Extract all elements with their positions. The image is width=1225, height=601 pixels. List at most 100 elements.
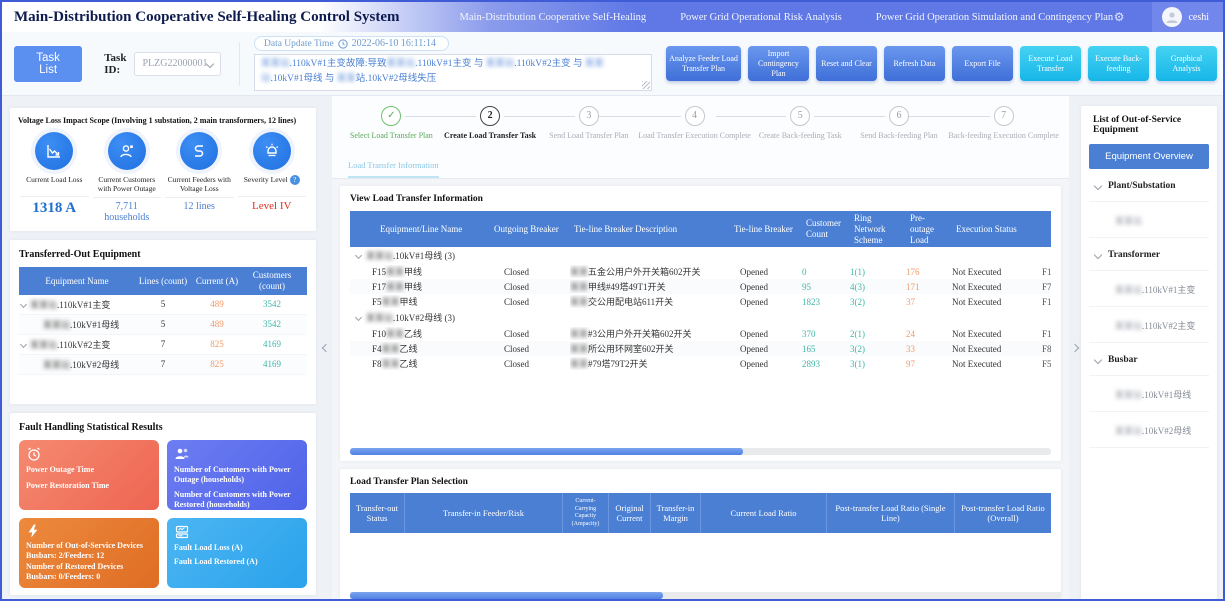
username: ceshi (1188, 12, 1209, 23)
cell-load: 24 (906, 329, 952, 339)
task-list-button[interactable]: Task List (14, 46, 82, 82)
cell-line-name: F5某某甲线 (350, 295, 490, 308)
refresh-data-button[interactable]: Refresh Data (884, 46, 945, 81)
reset-and-clear-button[interactable]: Reset and Clear (816, 46, 877, 81)
app-title: Main-Distribution Cooperative Self-Heali… (2, 9, 400, 26)
feeder-icon (180, 132, 218, 170)
col-equipment-name: Equipment Name (19, 274, 135, 288)
execute-back-feeding-button[interactable]: Execute Back-feeding (1088, 46, 1149, 81)
transferred-out-table: Equipment Name Lines (count) Current (A)… (19, 267, 307, 375)
group-row-busbar1[interactable]: 某某站 .10kV#1母线 (3) (350, 247, 1051, 264)
cell-extra: F19马鞍 (1042, 327, 1051, 340)
table-row[interactable]: F15某某甲线 Closed 某某五金公用户外开关箱602开关 Opened 0… (350, 264, 1051, 279)
table-row[interactable]: F8某某乙线 Closed 某某#79塔79T2开关 Opened 2893 3… (350, 356, 1051, 371)
table-row[interactable]: F17某某甲线 Closed 某某甲线#49塔49T1开关 Opened 95 … (350, 279, 1051, 294)
redacted-station: 某某站 (43, 320, 70, 330)
redacted-station: 某某站 (387, 59, 416, 69)
help-icon[interactable]: ? (290, 175, 300, 185)
meter-icon (174, 524, 190, 540)
table-row[interactable]: F5某某甲线 Closed 某某交公用配电站611开关 Opened 1823 … (350, 294, 1051, 309)
cell-status: Not Executed (952, 359, 1042, 369)
item-name: .10kV#2母线 (1142, 426, 1191, 436)
fault-stats-grid: Power Outage Time Power Restoration Time… (19, 440, 307, 588)
table-row[interactable]: 某某站.10kV#1母线 5 489 3542 (19, 315, 307, 335)
horizontal-scrollbar[interactable] (350, 592, 1061, 599)
title-bar: Main-Distribution Cooperative Self-Heali… (2, 2, 1223, 32)
equipment-name: .10kV#1母线 (70, 320, 119, 330)
nav-risk-analysis[interactable]: Power Grid Operational Risk Analysis (680, 12, 842, 23)
tree-group-substation[interactable]: Plant/Substation (1089, 169, 1209, 202)
tree-item-transformer-1[interactable]: 某某站.110kV#1主变 (1089, 271, 1209, 307)
step-label: Load Transfer Execution Complete (638, 131, 751, 140)
export-file-button[interactable]: Export File (952, 46, 1013, 81)
lightning-icon (26, 524, 40, 538)
table-row[interactable]: 某某站.110kV#2主变 7 825 4169 (19, 335, 307, 355)
expand-icon[interactable] (20, 301, 27, 308)
step-backfeeding-complete[interactable]: 7 Back-feeding Execution Complete (948, 106, 1059, 140)
redacted-station: 某某站 (1115, 285, 1142, 295)
import-contingency-plan-button[interactable]: Import Contingency Plan (748, 46, 809, 81)
stat-value: 1318 A (20, 200, 89, 217)
fault-text: .110kV#1主变故障:导致 (290, 59, 387, 69)
nav-simulation-contingency[interactable]: Power Grid Operation Simulation and Cont… (876, 12, 1113, 23)
plan-table-title: Load Transfer Plan Selection (350, 477, 1051, 487)
step-send-plan[interactable]: 3 Send Load Transfer Plan (539, 106, 638, 140)
step-send-backfeeding[interactable]: 6 Send Back-feeding Plan (850, 106, 949, 140)
col-lines-count: Lines (count) (135, 274, 191, 288)
tab-load-transfer-information[interactable]: Load Transfer Information (348, 160, 439, 178)
cell-line-name: F4某某乙线 (350, 342, 490, 355)
scrollbar-thumb[interactable] (350, 448, 743, 455)
cell-customers: 165 (802, 344, 850, 354)
tree-item-transformer-2[interactable]: 某某站.110kV#2主变 (1089, 307, 1209, 343)
tree-item-busbar-1[interactable]: 某某站.10kV#1母线 (1089, 376, 1209, 412)
chevron-right-icon (1071, 343, 1079, 351)
step-select-plan[interactable]: Select Load Transfer Plan (342, 106, 441, 140)
tree-group-transformer[interactable]: Transformer (1089, 238, 1209, 271)
cell-tie: Opened (730, 359, 802, 369)
col-customers-count: Customers (count) (243, 268, 301, 293)
tree-group-busbar[interactable]: Busbar (1089, 343, 1209, 376)
execute-load-transfer-button[interactable]: Execute Load Transfer (1020, 46, 1081, 81)
analyze-feeder-plan-button[interactable]: Analyze Feeder Load Transfer Plan (666, 46, 741, 81)
expand-icon[interactable] (20, 341, 27, 348)
step-number: 6 (889, 106, 909, 126)
col-customer-count: Customer Count (802, 216, 850, 242)
task-id-select[interactable]: PLZG22000001 (134, 52, 221, 76)
stat-line: Power Restoration Time (26, 481, 152, 491)
resize-handle-icon[interactable] (642, 81, 650, 89)
step-execution-complete[interactable]: 4 Load Transfer Execution Complete (638, 106, 751, 140)
tree-item-busbar-2[interactable]: 某某站.10kV#2母线 (1089, 412, 1209, 448)
graphical-analysis-button[interactable]: Graphical Analysis (1156, 46, 1217, 81)
step-label: Send Load Transfer Plan (539, 131, 638, 140)
fault-description-input[interactable]: 某某站.110kV#1主变故障:导致某某站.110kV#1主变 与 某某站.11… (254, 54, 652, 91)
step-create-backfeeding[interactable]: 5 Create Back-feeding Task (751, 106, 850, 140)
cell-load: 171 (906, 282, 952, 292)
table-row[interactable]: F4某某乙线 Closed 某某所公用环网室602开关 Opened 165 3… (350, 341, 1051, 356)
cell-customers: 3542 (243, 299, 301, 309)
gear-icon[interactable]: ⚙ (1114, 10, 1125, 25)
collapse-icon[interactable] (355, 252, 362, 259)
table-row[interactable]: 某某站.110kV#1主变 5 489 3542 (19, 295, 307, 315)
group-row-busbar2[interactable]: 某某站 .10kV#2母线 (3) (350, 309, 1051, 326)
content: Voltage Loss Impact Scope (Involving 1 s… (2, 96, 1223, 599)
table-row[interactable]: F10某某乙线 Closed 某某#3公用户外开关箱602开关 Opened 3… (350, 326, 1051, 341)
cell-customers: 2893 (802, 359, 850, 369)
fault-text: .110kV#2主变 与 (514, 59, 585, 69)
scrollbar-thumb[interactable] (350, 592, 663, 599)
clock-icon (338, 39, 348, 49)
collapse-right-panel-button[interactable] (1069, 96, 1081, 599)
equipment-overview-button[interactable]: Equipment Overview (1089, 144, 1209, 169)
col-post-ratio-overall: Post-transfer Load Ratio (Overall) (954, 493, 1051, 533)
tree-item-substation[interactable]: 某某站 (1089, 202, 1209, 238)
nav-self-healing[interactable]: Main-Distribution Cooperative Self-Heali… (460, 12, 647, 23)
horizontal-scrollbar[interactable] (350, 448, 1051, 455)
user-chip[interactable]: ceshi (1152, 2, 1223, 32)
col-tie-breaker: Tie-line Breaker (730, 222, 802, 237)
col-outgoing-breaker: Outgoing Breaker (490, 222, 570, 237)
step-create-task[interactable]: 2 Create Load Transfer Task (441, 106, 540, 140)
cell-desc: 某某#79塔79T2开关 (570, 357, 730, 370)
collapse-icon[interactable] (355, 314, 362, 321)
collapse-left-panel-button[interactable] (320, 96, 332, 599)
transferred-out-title: Transferred-Out Equipment (19, 249, 307, 260)
table-row[interactable]: 某某站.10kV#2母线 7 825 4169 (19, 355, 307, 375)
